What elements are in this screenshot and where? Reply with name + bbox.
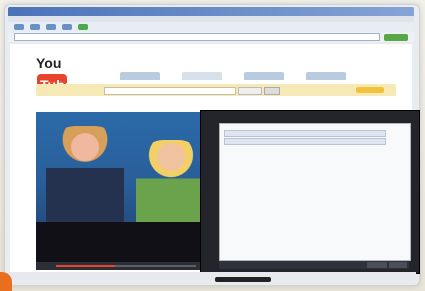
- tab-2[interactable]: [182, 72, 222, 80]
- search-icon[interactable]: [78, 24, 88, 30]
- video-lower-area: [36, 222, 222, 262]
- address-input[interactable]: [14, 33, 380, 41]
- youtube-logo[interactable]: YouTube: [36, 52, 84, 96]
- search-bar: [36, 84, 396, 96]
- progress-fill: [56, 265, 115, 267]
- dialog-cancel-button[interactable]: [389, 262, 407, 268]
- player-controls: [36, 262, 222, 270]
- monitor-stand: [215, 277, 271, 282]
- forward-icon[interactable]: [30, 24, 40, 30]
- dialog-ok-button[interactable]: [367, 262, 387, 268]
- taskbar: [10, 272, 416, 280]
- video-player[interactable]: [36, 112, 222, 262]
- browser-titlebar: [8, 7, 414, 16]
- nav-tabs: [120, 72, 346, 80]
- dialog-item-row-1[interactable]: [224, 130, 386, 137]
- tab-1[interactable]: [120, 72, 160, 80]
- web-page: YouTube: [10, 44, 420, 276]
- video-person-right: [136, 140, 206, 224]
- back-icon[interactable]: [14, 24, 24, 30]
- address-bar: [8, 32, 414, 42]
- refresh-icon[interactable]: [46, 24, 56, 30]
- go-button[interactable]: [384, 33, 408, 41]
- logo-you-text: You: [36, 55, 62, 71]
- browser-toolbar: [8, 22, 414, 32]
- tab-3[interactable]: [244, 72, 284, 80]
- upload-button[interactable]: [356, 87, 384, 93]
- dialog-item-row-2[interactable]: [224, 138, 386, 145]
- search-button[interactable]: [264, 87, 280, 95]
- tab-4[interactable]: [306, 72, 346, 80]
- search-input[interactable]: [104, 87, 236, 95]
- dialog-content: [219, 123, 411, 261]
- dialog-status: [394, 130, 406, 142]
- download-dialog: [200, 110, 420, 274]
- video-person-left: [46, 126, 124, 222]
- progress-bar[interactable]: [56, 265, 196, 267]
- search-category-select[interactable]: [238, 87, 262, 95]
- home-icon[interactable]: [62, 24, 72, 30]
- dialog-footer: [219, 261, 409, 269]
